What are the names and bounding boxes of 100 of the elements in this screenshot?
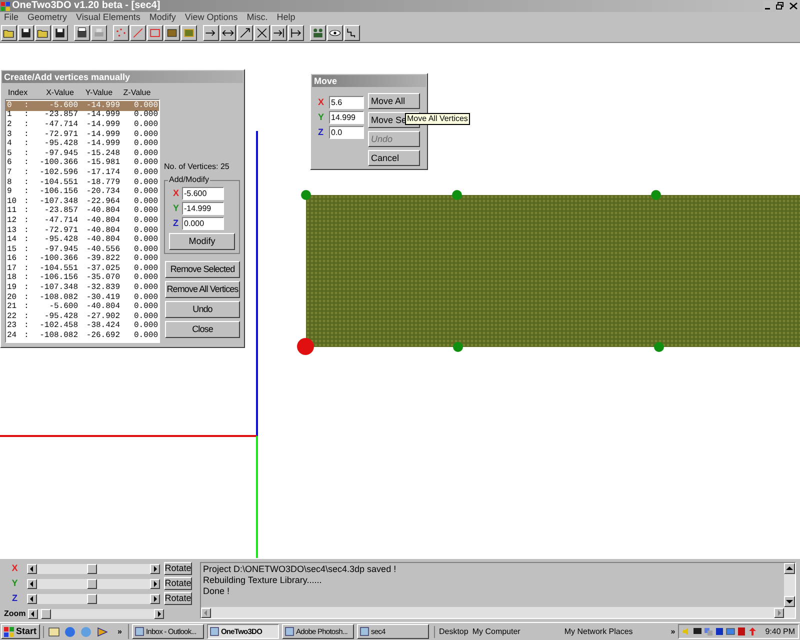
menu-item[interactable]: Modify	[149, 13, 176, 22]
vertex-list[interactable]	[5, 99, 160, 343]
coordinate-field[interactable]: 0.000	[182, 217, 224, 230]
more-button[interactable]: »	[114, 626, 125, 638]
modify-button[interactable]: Modify	[169, 233, 235, 250]
vertex-row[interactable]: 15 : -97.945 -40.556 0.000	[6, 244, 159, 254]
vertex-row[interactable]: 3 : -72.971 -14.999 0.000	[6, 130, 159, 140]
arrow-diagonal-icon[interactable]	[237, 24, 253, 40]
coordinate-field[interactable]: -5.600	[182, 187, 224, 200]
arrow-right-icon[interactable]	[203, 24, 219, 40]
arrow-to-line-icon[interactable]	[271, 24, 287, 40]
desktop-toolbar-item[interactable]: My Computer	[472, 626, 520, 638]
figures-icon[interactable]	[310, 24, 326, 40]
globe-icon[interactable]	[64, 626, 76, 638]
dialog-button[interactable]: Cancel	[368, 150, 420, 166]
document-icon[interactable]	[737, 627, 746, 636]
dialog-button[interactable]: Undo	[165, 301, 240, 318]
vertex-row[interactable]: 11 : -23.857 -40.804 0.000	[6, 206, 159, 216]
vertex-row[interactable]: 18 : -106.156 -35.070 0.000	[6, 274, 159, 284]
slider-thumb[interactable]	[86, 594, 97, 604]
menu-item[interactable]: Misc.	[246, 13, 268, 22]
vertex-row[interactable]: 20 : -108.082 -30.419 0.000	[6, 292, 159, 302]
vertex-row[interactable]: 23 : -102.458 -38.424 0.000	[6, 322, 159, 332]
scroll-left-icon[interactable]	[28, 608, 38, 618]
scroll-right-icon[interactable]	[150, 578, 160, 588]
monitor-icon[interactable]	[693, 627, 702, 636]
vertex-row[interactable]: 17 : -104.551 -37.025 0.000	[6, 264, 159, 274]
menu-item[interactable]: View Options	[184, 13, 238, 22]
menu-item[interactable]: Help	[276, 13, 296, 22]
line-to-arrow-icon[interactable]	[288, 24, 304, 40]
vertex-row[interactable]: 19 : -107.348 -32.839 0.000	[6, 283, 159, 293]
arrows-horizontal-icon[interactable]	[220, 24, 236, 40]
rectangle-icon[interactable]	[147, 24, 163, 40]
dialog-button[interactable]: Remove All Vertices	[165, 281, 240, 298]
vertex-row[interactable]: 5 : -97.945 -15.248 0.000	[6, 148, 159, 159]
menu-item[interactable]: Visual Elements	[76, 13, 140, 22]
texture-icon[interactable]	[164, 24, 180, 40]
desktop-toolbar-item[interactable]: My Network Places	[564, 626, 633, 638]
vertex-row[interactable]: 24 : -108.082 -26.692 0.000	[6, 331, 159, 341]
close-icon[interactable]	[788, 1, 799, 11]
offset-field[interactable]: 5.6	[329, 96, 364, 109]
vertex-row[interactable]: 12 : -47.714 -40.804 0.000	[6, 216, 159, 226]
menu-item[interactable]: File	[4, 13, 19, 22]
texture-icon[interactable]	[181, 24, 197, 40]
vertex-row[interactable]: 13 : -72.971 -40.804 0.000	[6, 226, 159, 236]
horizontal-scrollbar[interactable]	[201, 607, 784, 618]
slider-thumb[interactable]	[86, 578, 97, 588]
vertex-row[interactable]: 0 : -5.600 -14.999 0.000	[6, 101, 159, 111]
arrow-icon[interactable]	[748, 627, 758, 636]
rotate-button[interactable]: Rotate	[164, 577, 192, 590]
folder-icon[interactable]	[1, 24, 17, 40]
scroll-up-icon[interactable]	[784, 563, 795, 574]
scroll-right-icon[interactable]	[774, 608, 784, 618]
vertex-row[interactable]: 14 : -95.428 -40.804 0.000	[6, 235, 159, 245]
vertex-row[interactable]: 6 : -100.366 -15.981 0.000	[6, 158, 159, 168]
start-button[interactable]: Start	[1, 624, 40, 639]
line-icon[interactable]	[130, 24, 146, 40]
scroll-right-icon[interactable]	[150, 594, 160, 604]
points-icon[interactable]	[113, 24, 129, 40]
rotate-button[interactable]: Rotate	[164, 562, 192, 575]
steps-icon[interactable]	[344, 24, 360, 40]
slider-thumb[interactable]	[86, 564, 97, 574]
import-icon[interactable]	[74, 24, 90, 40]
vertex-row[interactable]: 8 : -104.551 -18.779 0.000	[6, 178, 159, 188]
dialog-button[interactable]: Move All	[368, 93, 420, 109]
offset-field[interactable]: 14.999	[329, 111, 364, 124]
scroll-left-icon[interactable]	[27, 594, 38, 604]
vertical-scrollbar[interactable]	[784, 563, 795, 618]
vertex-row[interactable]: 1 : -23.857 -14.999 0.000	[6, 110, 159, 120]
coordinate-field[interactable]: -14.999	[182, 202, 224, 215]
vertex-row[interactable]: 22 : -95.428 -27.902 0.000	[6, 312, 159, 322]
more-button[interactable]: »	[670, 626, 676, 638]
scroll-left-icon[interactable]	[201, 608, 211, 618]
vertex-row[interactable]: 16 : -100.366 -39.822 0.000	[6, 254, 159, 264]
scroll-left-icon[interactable]	[27, 564, 38, 574]
scroll-down-icon[interactable]	[784, 596, 795, 607]
vertex-row[interactable]: 9 : -106.156 -20.734 0.000	[6, 187, 159, 197]
dialog-button[interactable]: Close	[165, 321, 240, 338]
eye-icon[interactable]	[327, 24, 343, 40]
scroll-left-icon[interactable]	[27, 578, 38, 588]
scroll-right-icon[interactable]	[154, 608, 164, 618]
restore-icon[interactable]	[775, 1, 786, 11]
desktop-toolbar-item[interactable]: Desktop	[438, 626, 468, 638]
vertex-row[interactable]: 10 : -107.348 -22.964 0.000	[6, 196, 159, 207]
shield-icon[interactable]	[715, 627, 724, 636]
menu-item[interactable]: Geometry	[28, 13, 68, 22]
rotate-button[interactable]: Rotate	[164, 592, 192, 605]
dialog-button[interactable]: Remove Selected	[165, 261, 240, 278]
vertex-row[interactable]: 4 : -95.428 -14.999 0.000	[6, 139, 159, 149]
window-icon[interactable]	[726, 627, 736, 636]
arrows-cross-icon[interactable]	[254, 24, 270, 40]
desktop-icon[interactable]	[48, 626, 60, 638]
folder-icon[interactable]	[35, 24, 51, 40]
printer-icon[interactable]	[91, 24, 107, 40]
scroll-right-icon[interactable]	[150, 564, 160, 574]
vertex-row[interactable]: 21 : -5.600 -40.804 0.000	[6, 302, 159, 312]
offset-field[interactable]: 0.0	[329, 126, 364, 139]
vertex-row[interactable]: 7 : -102.596 -17.174 0.000	[6, 168, 159, 178]
vertex-row[interactable]: 2 : -47.714 -14.999 0.000	[6, 120, 159, 130]
play-icon[interactable]	[96, 626, 108, 638]
